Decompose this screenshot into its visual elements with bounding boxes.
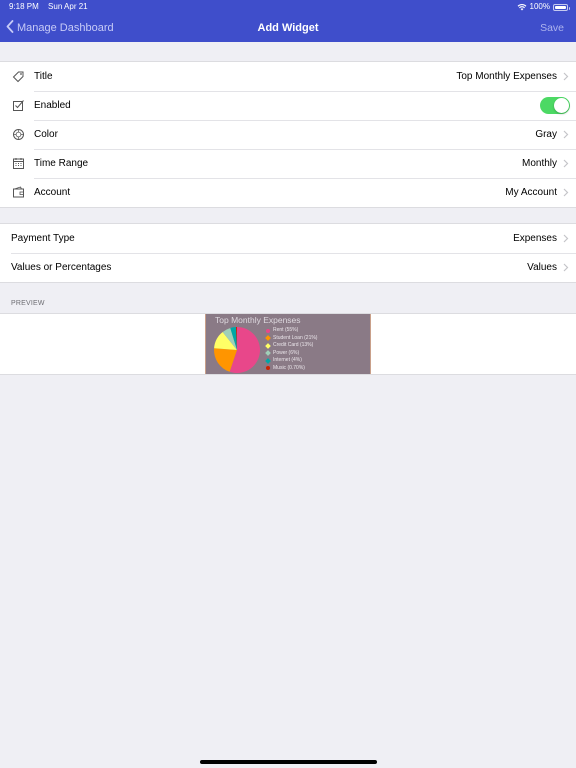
expenses-pie-chart	[214, 327, 260, 373]
widget-settings-group: Title Top Monthly Expenses Enabled Color…	[0, 61, 576, 208]
legend-label: Rent (55%)	[273, 327, 299, 333]
enabled-row: Enabled	[0, 91, 576, 120]
status-bar: 9:18 PM Sun Apr 21 100%	[0, 0, 576, 14]
chevron-right-icon	[563, 263, 576, 272]
time-range-row[interactable]: Time Range Monthly	[0, 149, 576, 178]
navigation-bar: 9:18 PM Sun Apr 21 100% Manage Dashboard…	[0, 0, 576, 42]
chevron-left-icon	[6, 20, 17, 36]
legend-item: Power (6%)	[265, 349, 317, 358]
palette-icon	[0, 128, 34, 141]
enabled-toggle[interactable]	[540, 97, 570, 114]
wifi-icon	[517, 3, 527, 11]
save-button[interactable]: Save	[540, 19, 564, 37]
battery-icon	[553, 3, 570, 11]
enabled-label: Enabled	[34, 100, 71, 111]
legend-item: Internet (4%)	[265, 357, 317, 365]
legend-item: Rent (55%)	[266, 327, 317, 335]
chevron-right-icon	[563, 188, 576, 197]
time-range-value: Monthly	[521, 158, 557, 169]
payment-type-label: Payment Type	[11, 233, 75, 244]
back-button-label: Manage Dashboard	[17, 22, 114, 34]
pie-legend: Rent (55%) Student Loan (21%) Credit Card …	[265, 327, 318, 373]
chevron-right-icon	[563, 234, 576, 243]
values-or-percentages-label: Values or Percentages	[11, 262, 112, 273]
legend-label: Music (0.70%)	[273, 364, 305, 371]
legend-label: Credit Card (13%)	[273, 342, 314, 348]
checkbox-icon	[0, 99, 34, 112]
values-or-percentages-row[interactable]: Values or Percentages Values	[0, 253, 576, 282]
calendar-icon	[0, 157, 34, 170]
title-row[interactable]: Title Top Monthly Expenses	[0, 62, 576, 91]
legend-item: Student Loan (21%)	[265, 334, 318, 343]
data-options-group: Payment Type Expenses Values or Percenta…	[0, 223, 576, 283]
wallet-icon	[0, 186, 34, 199]
title-label: Title	[34, 71, 53, 82]
legend-label: Power (6%)	[273, 349, 300, 356]
chevron-right-icon	[563, 72, 576, 81]
account-label: Account	[34, 187, 71, 198]
battery-percentage: 100%	[529, 2, 550, 11]
time-range-label: Time Range	[34, 158, 89, 169]
status-time: 9:18 PM	[9, 2, 39, 11]
legend-swatch	[266, 366, 270, 371]
account-value: My Account	[505, 187, 557, 198]
tag-icon	[0, 70, 34, 83]
back-button[interactable]: Manage Dashboard	[6, 19, 114, 37]
status-date: Sun Apr 21	[48, 2, 88, 11]
chevron-right-icon	[563, 130, 576, 139]
legend-swatch	[265, 357, 271, 364]
preview-section-header: PREVIEW	[11, 300, 45, 307]
chevron-right-icon	[563, 159, 576, 168]
color-value: Gray	[535, 129, 557, 140]
account-row[interactable]: Account My Account	[0, 178, 576, 207]
legend-label: Student Loan (21%)	[273, 334, 318, 341]
payment-type-row[interactable]: Payment Type Expenses	[0, 224, 576, 253]
legend-swatch	[266, 328, 270, 333]
values-or-percentages-value: Values	[527, 262, 557, 273]
legend-item: Credit Card (13%)	[265, 342, 317, 350]
title-value: Top Monthly Expenses	[456, 71, 557, 82]
color-label: Color	[34, 129, 58, 140]
color-row[interactable]: Color Gray	[0, 120, 576, 149]
home-indicator	[200, 760, 377, 764]
legend-swatch	[265, 342, 271, 349]
legend-item: Music (0.70%)	[266, 365, 317, 373]
legend-swatch	[265, 335, 271, 342]
widget-preview: Top Monthly Expenses Rent (55%) Student L…	[205, 314, 371, 374]
legend-label: Internet (4%)	[273, 357, 302, 363]
preview-area: Top Monthly Expenses Rent (55%) Student L…	[0, 313, 576, 375]
legend-swatch	[265, 350, 271, 357]
payment-type-value: Expenses	[513, 233, 557, 244]
